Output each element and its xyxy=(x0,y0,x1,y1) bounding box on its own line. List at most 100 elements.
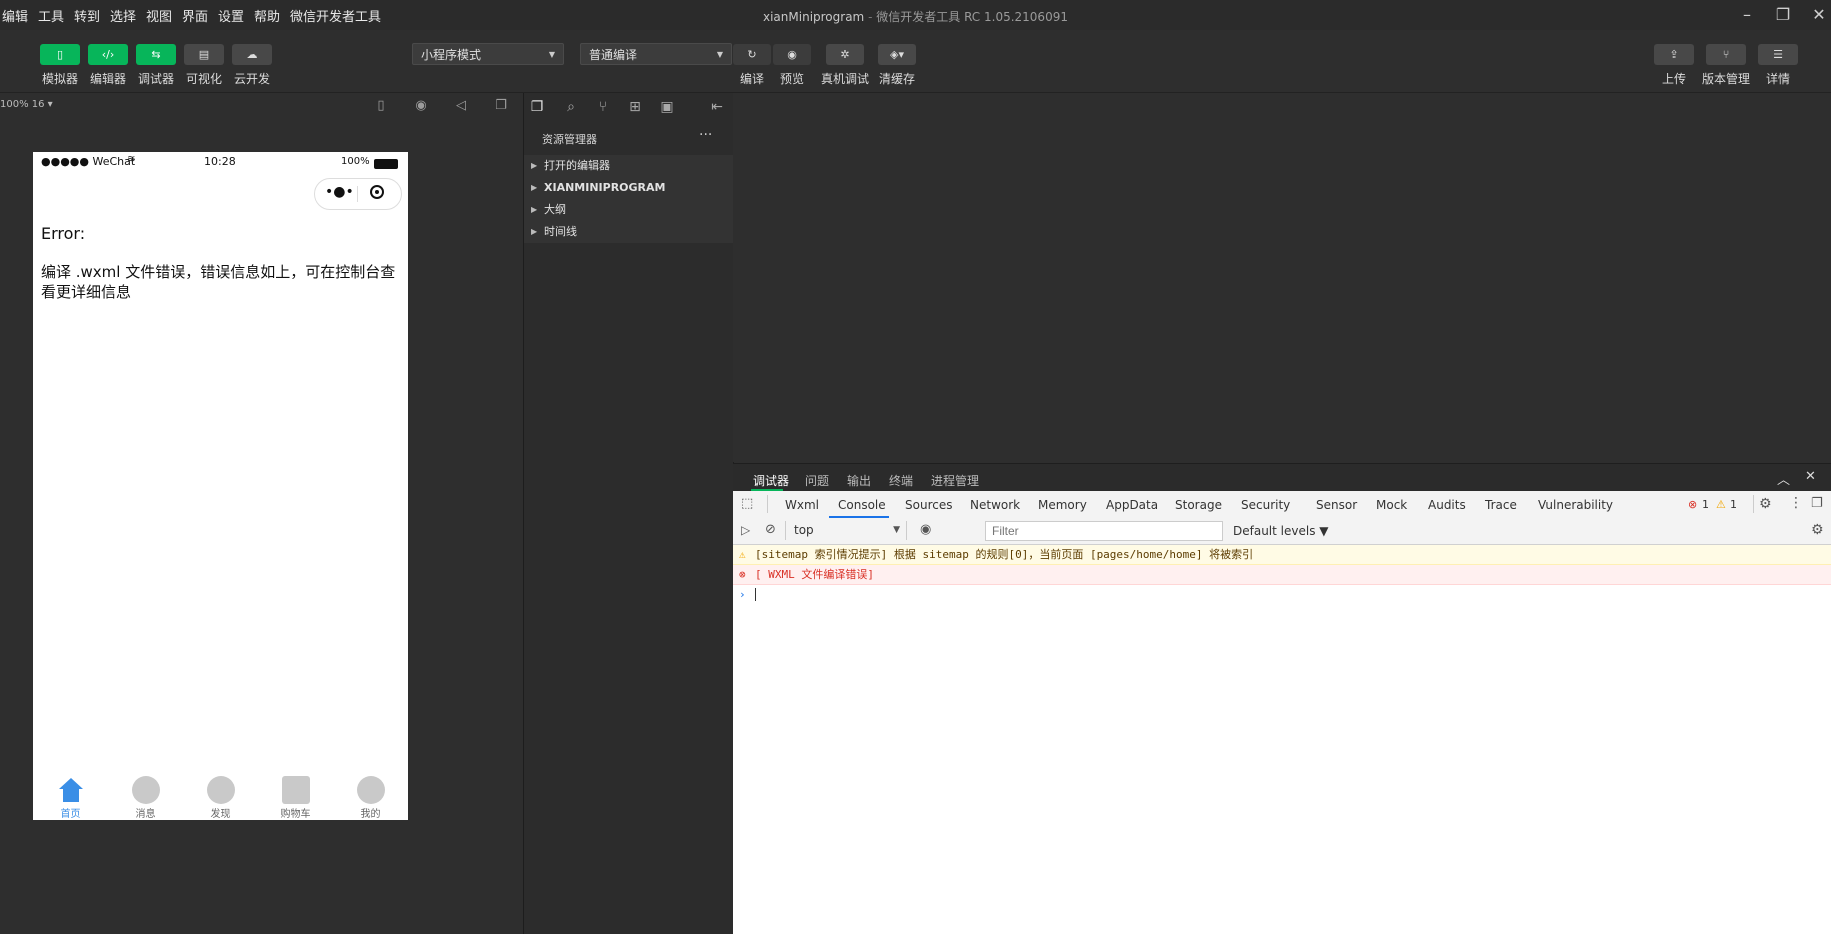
preview-button[interactable]: ◉ xyxy=(773,44,811,65)
search-icon[interactable]: ⌕ xyxy=(562,98,580,116)
simulator-button[interactable]: ▯ xyxy=(40,44,80,65)
explorer-title: 资源管理器 xyxy=(542,133,597,146)
close-icon[interactable]: ✕ xyxy=(1805,469,1816,484)
files-icon[interactable]: ❐ xyxy=(528,98,546,116)
console-error: ⊗ [ WXML 文件编译错误] xyxy=(733,565,1831,585)
package-icon[interactable]: ▣ xyxy=(658,98,676,116)
clear-cache-label: 清缓存 xyxy=(878,72,915,86)
tab-cart[interactable]: 购物车 xyxy=(258,770,333,820)
details-button[interactable]: ☰ xyxy=(1758,44,1798,65)
explorer-panel: ❐ ⌕ ⑂ ⊞ ▣ ⇤ 资源管理器 ··· ▶ 打开的编辑器 ▶ XIANMIN… xyxy=(523,93,734,934)
explorer-item-outline[interactable]: ▶ 大纲 xyxy=(524,199,733,221)
upload-button[interactable]: ⇪ xyxy=(1654,44,1694,65)
remote-debug-label: 真机调试 xyxy=(820,72,869,86)
chevron-down-icon: ▼ xyxy=(716,50,723,59)
tab-process[interactable]: 进程管理 xyxy=(931,472,979,489)
maximize-icon[interactable]: ❐ xyxy=(1772,4,1794,26)
capsule-menu[interactable]: •●• xyxy=(314,178,402,210)
context-select[interactable]: top ▼ xyxy=(785,521,907,540)
window-icon[interactable]: ❐ xyxy=(493,98,509,114)
mode-select[interactable]: 小程序模式 ▼ xyxy=(412,43,564,65)
tab-problems[interactable]: 问题 xyxy=(805,472,829,489)
error-count[interactable]: 1 xyxy=(1702,498,1709,511)
device-icon[interactable]: ▯ xyxy=(373,98,389,114)
inspect-icon[interactable]: ⬚ xyxy=(741,496,753,511)
wifi-icon: ≋ xyxy=(127,154,136,165)
chevron-right-icon: ▶ xyxy=(531,161,538,170)
volume-icon[interactable]: ◁ xyxy=(453,98,469,114)
tab-terminal[interactable]: 终端 xyxy=(889,472,913,489)
record-icon[interactable]: ◉ xyxy=(413,98,429,114)
close-target-icon[interactable] xyxy=(370,185,384,199)
tab-profile[interactable]: 我的 xyxy=(333,770,408,820)
chevron-right-icon: ▶ xyxy=(531,205,538,214)
console-prompt[interactable]: › xyxy=(733,585,1831,604)
debugger-tab-bar: 调试器 问题 输出 终端 进程管理 ︿ ✕ xyxy=(733,463,1831,492)
console-message-text: [sitemap 索引情况提示] 根据 sitemap 的规则[0]，当前页面 … xyxy=(755,548,1254,561)
explorer-item-timeline[interactable]: ▶ 时间线 xyxy=(524,221,733,243)
tab-audits[interactable]: Audits xyxy=(1428,498,1466,512)
levels-select[interactable]: Default levels ▼ xyxy=(1233,524,1329,538)
tab-vulnerability[interactable]: Vulnerability xyxy=(1538,498,1613,512)
tab-home[interactable]: 首页 xyxy=(33,770,108,820)
editor-button[interactable]: ‹/› xyxy=(88,44,128,65)
extensions-icon[interactable]: ⊞ xyxy=(626,98,644,116)
tab-appdata[interactable]: AppData xyxy=(1106,498,1158,512)
console-warning: ⚠ [sitemap 索引情况提示] 根据 sitemap 的规则[0]，当前页… xyxy=(733,545,1831,565)
phone-icon: ▯ xyxy=(56,48,64,61)
git-icon[interactable]: ⑂ xyxy=(594,98,612,116)
minimize-icon[interactable]: – xyxy=(1736,4,1758,26)
tab-security[interactable]: Security xyxy=(1241,498,1290,512)
chevron-up-icon[interactable]: ︿ xyxy=(1777,469,1790,488)
devtools-tab-bar: ⬚ Wxml Console Sources Network Memory Ap… xyxy=(733,491,1831,519)
tab-debugger[interactable]: 调试器 xyxy=(753,472,789,489)
tab-sensor[interactable]: Sensor xyxy=(1316,498,1357,512)
dock-icon[interactable]: ❐ xyxy=(1811,496,1823,511)
editor-label: 编辑器 xyxy=(89,72,126,86)
explorer-item-project[interactable]: ▶ XIANMINIPROGRAM xyxy=(524,177,733,199)
cloud-button[interactable]: ☁ xyxy=(232,44,272,65)
more-icon[interactable]: ··· xyxy=(699,127,712,143)
console-settings-icon[interactable]: ⚙ xyxy=(1811,522,1824,538)
battery-text: 100% xyxy=(341,156,370,167)
collapse-panel-icon[interactable]: ⇤ xyxy=(708,98,726,116)
tab-sources[interactable]: Sources xyxy=(905,498,952,512)
tab-output[interactable]: 输出 xyxy=(847,472,871,489)
compile-button[interactable]: ↻ xyxy=(733,44,771,65)
debugger-button[interactable]: ⇆ xyxy=(136,44,176,65)
gear-icon[interactable]: ⚙ xyxy=(1759,496,1772,512)
close-window-icon[interactable]: ✕ xyxy=(1808,4,1830,26)
visual-button[interactable]: ▤ xyxy=(184,44,224,65)
remote-debug-button[interactable]: ✲ xyxy=(826,44,864,65)
tab-memory[interactable]: Memory xyxy=(1038,498,1087,512)
carrier-text: ●●●●● WeChat xyxy=(41,155,136,168)
tab-discover[interactable]: 发现 xyxy=(183,770,258,820)
warning-count[interactable]: 1 xyxy=(1730,498,1737,511)
clear-console-icon[interactable]: ⊘ xyxy=(765,522,776,537)
clear-cache-button[interactable]: ◈▾ xyxy=(878,44,916,65)
warning-count-icon: ⚠ xyxy=(1716,498,1726,511)
tab-messages[interactable]: 消息 xyxy=(108,770,183,820)
sidebar-toggle-icon[interactable]: ▷ xyxy=(741,523,750,537)
version-label: 版本管理 xyxy=(1701,72,1750,86)
zoom-select[interactable]: 100% 16 ▾ xyxy=(0,99,53,110)
filter-input[interactable] xyxy=(985,521,1223,541)
explorer-item-open-editors[interactable]: ▶ 打开的编辑器 xyxy=(524,155,733,177)
tab-trace[interactable]: Trace xyxy=(1485,498,1517,512)
tab-console[interactable]: Console xyxy=(838,498,886,512)
status-bar: ●●●●● WeChat ≋ 10:28 100% xyxy=(33,152,408,174)
kebab-menu-icon[interactable]: ⋮ xyxy=(1789,495,1803,511)
more-dots-icon[interactable]: •●• xyxy=(325,184,354,200)
tab-mock[interactable]: Mock xyxy=(1376,498,1407,512)
cart-icon xyxy=(282,776,310,804)
close-target-dot xyxy=(375,190,379,194)
tab-storage[interactable]: Storage xyxy=(1175,498,1222,512)
tab-network[interactable]: Network xyxy=(970,498,1020,512)
user-icon xyxy=(357,776,385,804)
compile-select[interactable]: 普通编译 ▼ xyxy=(580,43,732,65)
chevron-down-icon: ▼ xyxy=(893,525,900,535)
tab-wxml[interactable]: Wxml xyxy=(785,498,819,512)
eye-icon[interactable]: ◉ xyxy=(920,522,931,537)
version-button[interactable]: ⑂ xyxy=(1706,44,1746,65)
chevron-down-icon: ▼ xyxy=(548,50,555,59)
